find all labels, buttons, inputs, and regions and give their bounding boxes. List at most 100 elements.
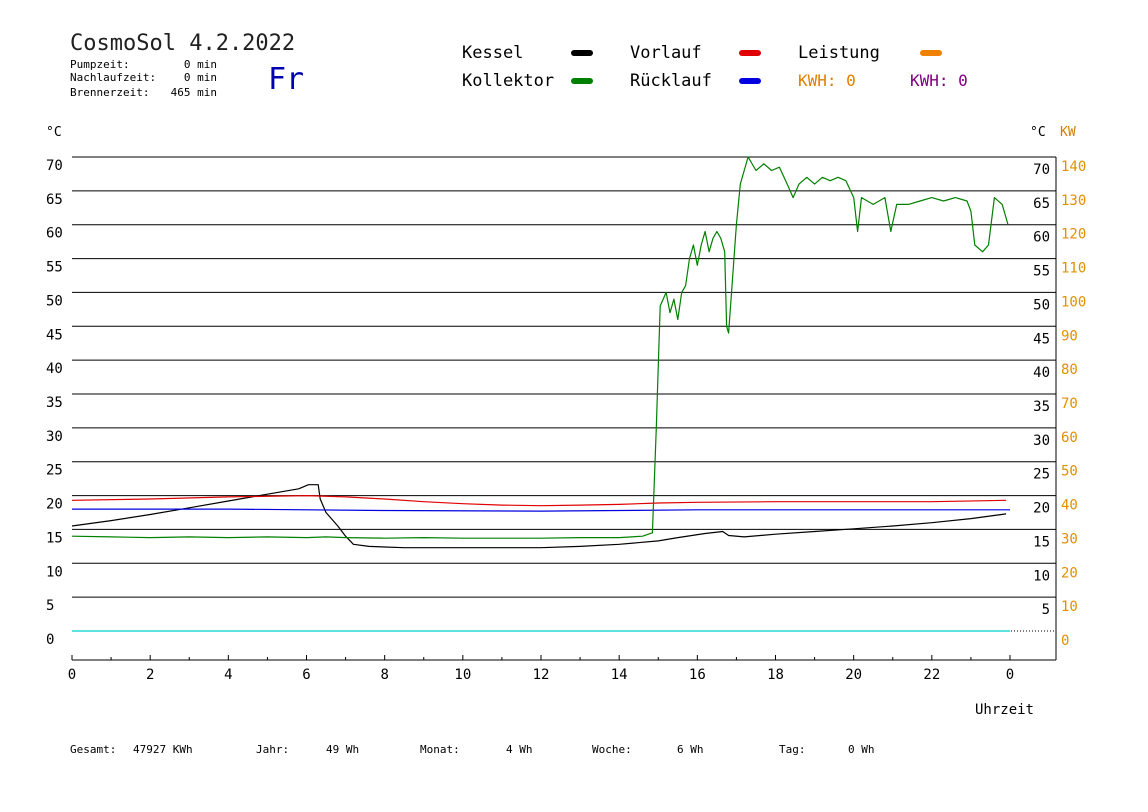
legend-label-vorlauf: Vorlauf: [630, 43, 702, 63]
legend-label-kollektor: Kollektor: [462, 71, 554, 91]
stat-pumpzeit-value: 0 min: [184, 58, 217, 71]
y-tick-label-left: 0: [46, 632, 54, 648]
legend-label-kessel: Kessel: [462, 43, 523, 63]
footer-woche-value: 6 Wh: [677, 743, 704, 756]
stat-pumpzeit-label: Pumpzeit:: [70, 58, 130, 71]
y-tick-label-left: 5: [46, 598, 54, 614]
legend-kwh-orange: KWH: 0: [798, 71, 856, 90]
y-tick-label-right: 60: [1033, 230, 1050, 246]
x-tick-label: 12: [533, 667, 550, 683]
y-unit-right-temp: °C: [1030, 125, 1046, 140]
header-stats: Pumpzeit: 0 min Nachlaufzeit: 0 min Bren…: [70, 58, 217, 99]
footer-monat-label: Monat:: [420, 743, 460, 756]
x-tick-label: 22: [923, 667, 940, 683]
y2-tick-label: 100: [1061, 294, 1086, 310]
x-tick-label: 16: [689, 667, 706, 683]
y-tick-label-right: 70: [1033, 162, 1050, 178]
y-tick-label-left: 65: [46, 192, 63, 208]
footer-jahr-label: Jahr:: [256, 743, 289, 756]
legend-swatch-kollektor: [571, 78, 593, 84]
y-tick-label-right: 20: [1033, 501, 1050, 517]
x-axis-label: Uhrzeit: [975, 702, 1034, 718]
x-tick-label: 2: [146, 667, 154, 683]
y-tick-label-left: 35: [46, 395, 63, 411]
stat-brennerzeit-label: Brennerzeit:: [70, 86, 149, 99]
y-tick-label-right: 45: [1033, 331, 1050, 347]
y-tick-label-left: 55: [46, 260, 63, 276]
y2-tick-label: 90: [1061, 328, 1078, 344]
y-tick-label-right: 25: [1033, 467, 1050, 483]
page-title: CosmoSol 4.2.2022: [70, 31, 295, 56]
y-tick-label-left: 60: [46, 226, 63, 242]
x-tick-label: 4: [224, 667, 232, 683]
x-tick-label: 18: [767, 667, 784, 683]
y2-tick-label: 40: [1061, 498, 1078, 514]
series-line-kollektor: [71, 156, 1009, 539]
x-tick-label: 0: [1006, 667, 1014, 683]
footer-jahr-value: 49 Wh: [326, 743, 359, 756]
stat-nachlaufzeit-value: 0 min: [184, 71, 217, 84]
footer-tag-label: Tag:: [779, 743, 806, 756]
legend-swatch-vorlauf: [739, 50, 761, 56]
chart-canvas: CosmoSol 4.2.2022 Pumpzeit: 0 min Nachla…: [46, 31, 1086, 756]
y-tick-label-left: 30: [46, 429, 63, 445]
y-tick-label-left: 40: [46, 361, 63, 377]
y2-tick-label: 60: [1061, 430, 1078, 446]
legend-swatch-ruecklauf: [739, 78, 761, 84]
x-tick-label: 6: [302, 667, 310, 683]
y-axis-left: 0 5 10 15 20 25 30 35 40 45 50 55 60 65 70: [46, 158, 63, 648]
y2-tick-label: 0: [1061, 633, 1069, 649]
gridlines: [72, 156, 1057, 660]
legend-swatch-kessel: [571, 50, 593, 56]
y-unit-left: °C: [46, 125, 62, 140]
footer-woche-label: Woche:: [592, 743, 632, 756]
y2-tick-label: 50: [1061, 464, 1078, 480]
y2-tick-label: 110: [1061, 261, 1086, 277]
footer-stats: Gesamt: 47927 KWh Jahr: 49 Wh Monat: 4 W…: [70, 743, 875, 756]
y-tick-label-left: 70: [46, 158, 63, 174]
y2-tick-label: 30: [1061, 531, 1078, 547]
footer-gesamt-label: Gesamt:: [70, 743, 116, 756]
stat-brennerzeit-value: 465 min: [171, 86, 217, 99]
y-tick-label-left: 10: [46, 564, 63, 580]
legend: Kessel Vorlauf Leistung Kollektor Rückla…: [462, 43, 968, 91]
y-tick-label-right: 55: [1033, 264, 1050, 280]
y-tick-label-right: 5: [1042, 602, 1050, 618]
y-tick-label-right: 65: [1033, 196, 1050, 212]
y-tick-label-right: 15: [1033, 534, 1050, 550]
footer-tag-value: 0 Wh: [848, 743, 875, 756]
y-tick-label-left: 45: [46, 327, 63, 343]
x-axis: 0 2 4 6 8 10 12 14 16 18 20 22 0: [68, 655, 1056, 683]
x-tick-label: 8: [380, 667, 388, 683]
x-tick-label: 14: [611, 667, 628, 683]
stat-nachlaufzeit-label: Nachlaufzeit:: [70, 71, 156, 84]
y-tick-label-right: 40: [1033, 365, 1050, 381]
y-tick-label-left: 50: [46, 293, 63, 309]
y-axis-right-temp: 5 10 15 20 25 30 35 40 45 50 55 60 65 70: [1033, 162, 1050, 618]
y-unit-right-power: KW: [1060, 125, 1076, 140]
y2-tick-label: 10: [1061, 599, 1078, 615]
y-tick-label-right: 30: [1033, 433, 1050, 449]
weekday-label: Fr: [268, 62, 304, 97]
y-axis-right-power: 0 10 20 30 40 50 60 70 80 90 100 110 120 130 140: [1061, 159, 1086, 649]
legend-label-ruecklauf: Rücklauf: [630, 71, 712, 91]
y-tick-label-left: 15: [46, 530, 63, 546]
legend-kwh-purple: KWH: 0: [910, 71, 968, 90]
x-tick-label: 20: [845, 667, 862, 683]
y2-tick-label: 140: [1061, 159, 1086, 175]
y2-tick-label: 80: [1061, 362, 1078, 378]
y-tick-label-right: 35: [1033, 399, 1050, 415]
y2-tick-label: 20: [1061, 565, 1078, 581]
y-tick-label-left: 25: [46, 463, 63, 479]
y-tick-label-left: 20: [46, 497, 63, 513]
series-line-rcklauf: [72, 508, 1010, 512]
y2-tick-label: 130: [1061, 193, 1086, 209]
footer-gesamt-value: 47927 KWh: [133, 743, 193, 756]
y-tick-label-right: 50: [1033, 297, 1050, 313]
legend-swatch-leistung: [920, 50, 942, 56]
legend-label-leistung: Leistung: [798, 43, 880, 63]
x-tick-label: 0: [68, 667, 76, 683]
y2-tick-label: 120: [1061, 227, 1086, 243]
footer-monat-value: 4 Wh: [506, 743, 533, 756]
y-tick-label-right: 10: [1033, 568, 1050, 584]
